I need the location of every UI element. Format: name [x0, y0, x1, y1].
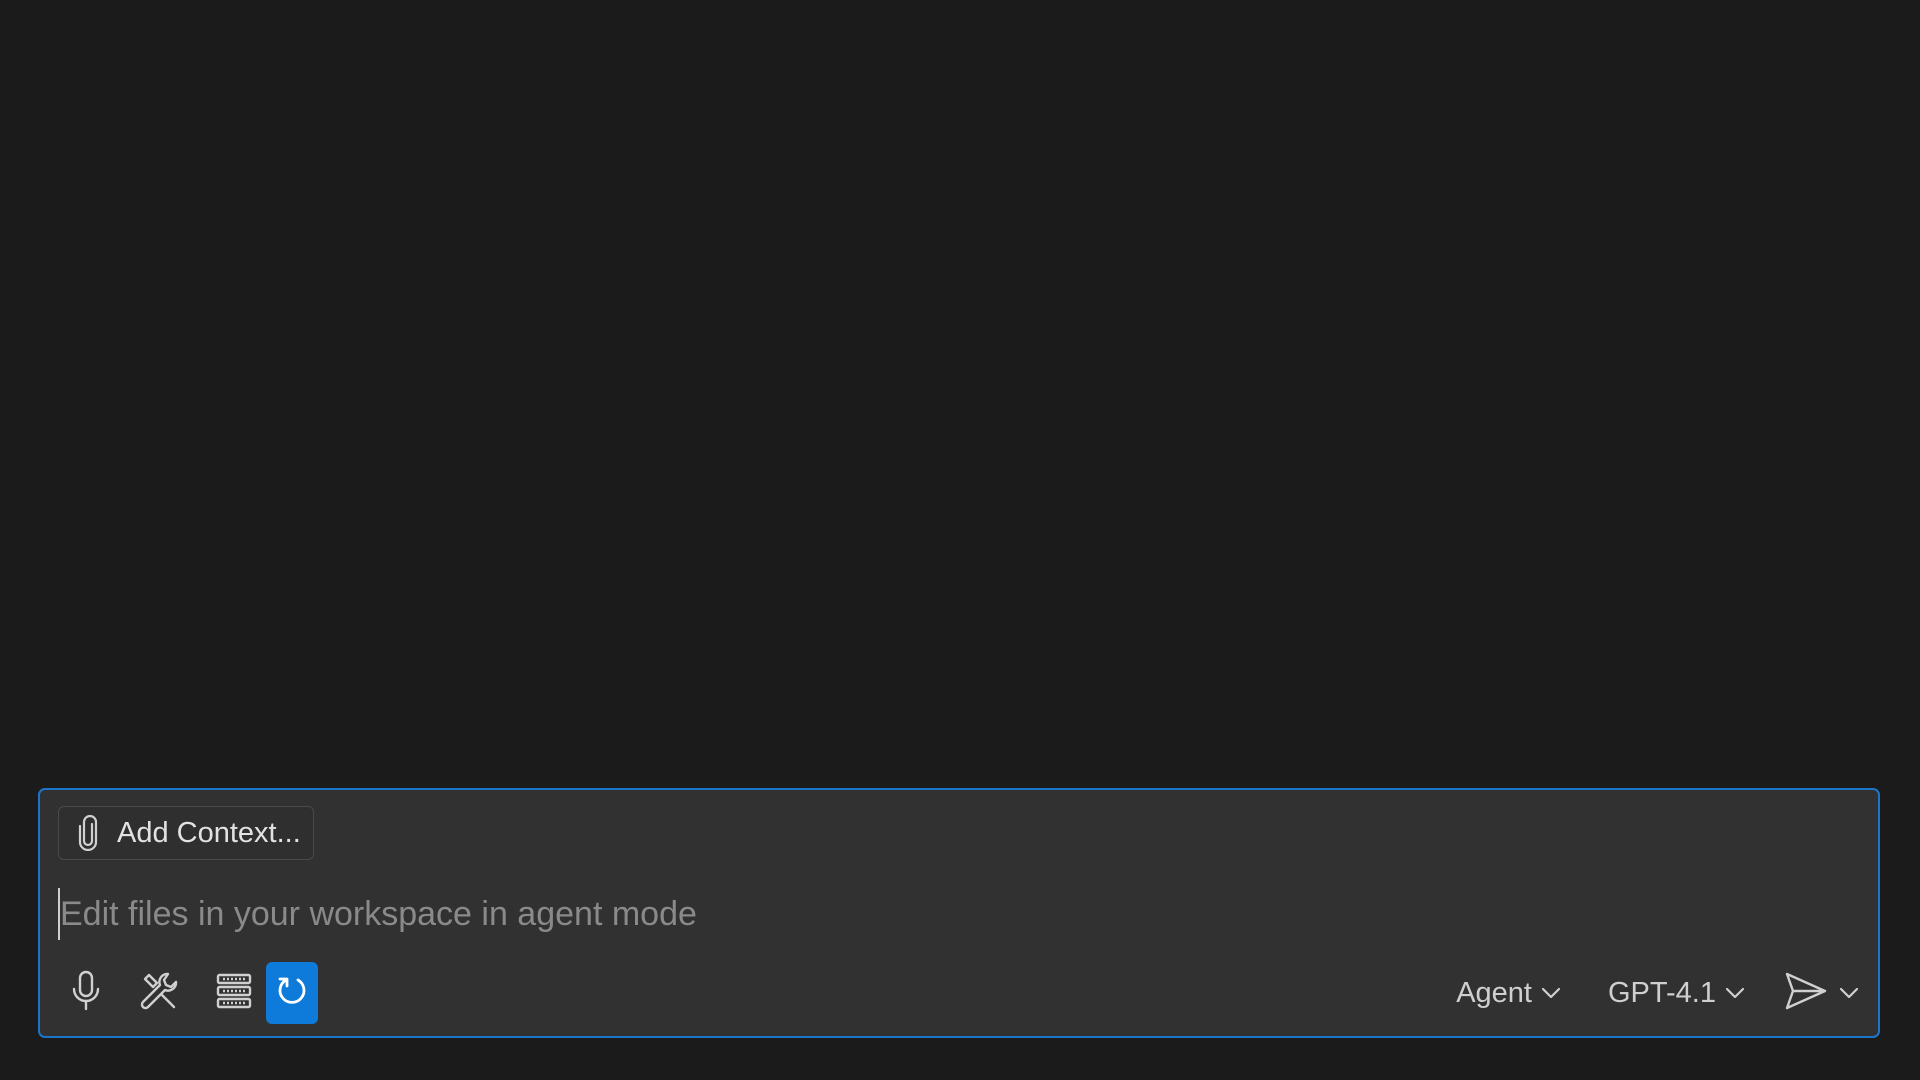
paperclip-icon: [75, 814, 101, 852]
mcp-servers-button[interactable]: [206, 962, 262, 1024]
tools-icon: [138, 969, 182, 1018]
context-row: Add Context...: [58, 806, 314, 860]
chat-history-area: [0, 0, 1920, 780]
add-context-button[interactable]: Add Context...: [58, 806, 314, 860]
voice-input-button[interactable]: [58, 962, 114, 1024]
model-picker[interactable]: GPT-4.1: [1608, 977, 1746, 1010]
chat-prompt-input[interactable]: [60, 888, 1848, 940]
refresh-button[interactable]: [266, 962, 318, 1024]
add-context-label: Add Context...: [117, 816, 301, 849]
chat-input-panel: Add Context... Edit files in your worksp…: [38, 788, 1880, 1038]
prompt-row: [58, 886, 1848, 942]
send-button-group: [1784, 971, 1860, 1016]
configure-tools-button[interactable]: [132, 962, 188, 1024]
mode-label: Agent: [1456, 976, 1532, 1009]
mode-picker[interactable]: Agent: [1456, 977, 1562, 1010]
send-options-chevron-icon[interactable]: [1838, 986, 1860, 1000]
model-label: GPT-4.1: [1608, 976, 1716, 1009]
chat-toolbar: Agent GPT-4.1: [58, 962, 1860, 1024]
toolbar-left: [58, 962, 318, 1024]
chevron-down-icon: [1724, 986, 1746, 1000]
server-icon: [214, 971, 254, 1016]
refresh-icon: [274, 973, 310, 1014]
chevron-down-icon: [1540, 986, 1562, 1000]
microphone-icon: [69, 969, 103, 1018]
toolbar-right: Agent GPT-4.1: [1410, 971, 1860, 1016]
send-icon[interactable]: [1784, 971, 1828, 1016]
